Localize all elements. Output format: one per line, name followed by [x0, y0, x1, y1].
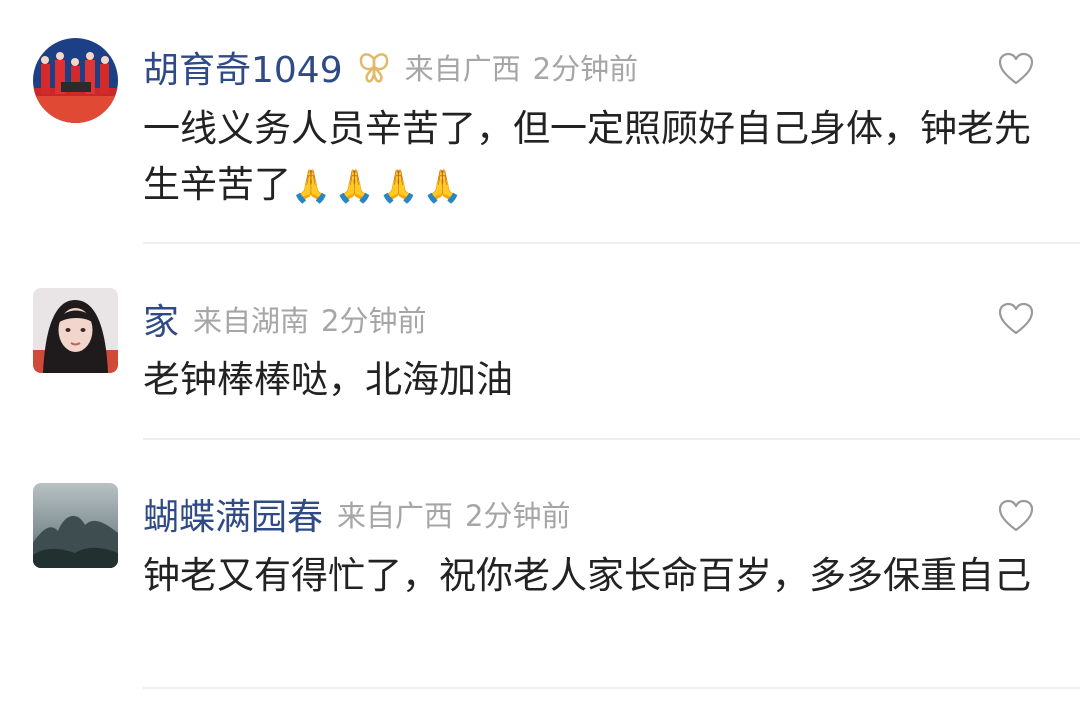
username[interactable]: 家 [143, 293, 179, 345]
avatar[interactable] [33, 483, 118, 568]
comment-header: 胡育奇1049 来自广西 2分钟前 [143, 45, 638, 91]
comment-item: 胡育奇1049 来自广西 2分钟前 一线义务人员辛苦了，但一定照顾好自己身体，钟老… [0, 0, 1080, 245]
timestamp: 2分钟前 [465, 499, 571, 533]
timestamp: 2分钟前 [321, 304, 427, 338]
username[interactable]: 胡育奇1049 [143, 41, 343, 93]
location: 来自广西 [404, 52, 521, 86]
divider [143, 242, 1080, 244]
avatar[interactable] [33, 288, 118, 373]
location: 来自广西 [337, 499, 454, 533]
heart-outline-icon[interactable] [998, 302, 1034, 336]
avatar[interactable] [33, 38, 118, 123]
timestamp: 2分钟前 [532, 52, 639, 86]
comment-header: 家 来自湖南 2分钟前 [143, 297, 426, 343]
heart-outline-icon[interactable] [998, 52, 1034, 86]
comment-list: 胡育奇1049 来自广西 2分钟前 一线义务人员辛苦了，但一定照顾好自己身体，钟老… [0, 0, 1080, 703]
comment-meta: 来自广西 2分钟前 [337, 493, 570, 535]
comment-text-content: 老钟棒棒哒，北海加油 [143, 358, 513, 401]
comment-text: 钟老又有得忙了，祝你老人家长命百岁，多多保重自己 [143, 548, 1043, 604]
comment-item: 家 来自湖南 2分钟前 老钟棒棒哒，北海加油 [0, 245, 1080, 440]
comment-meta: 来自湖南 2分钟前 [193, 298, 426, 340]
divider [143, 687, 1080, 689]
comment-header: 蝴蝶满园春 来自广西 2分钟前 [143, 492, 570, 538]
butterfly-badge-icon [359, 53, 388, 83]
comment-text-content: 一线义务人员辛苦了，但一定照顾好自己身体，钟老先生辛苦了 [143, 107, 1031, 206]
comment-text-content: 钟老又有得忙了，祝你老人家长命百岁，多多保重自己 [143, 554, 1031, 597]
comment-item: 蝴蝶满园春 来自广西 2分钟前 钟老又有得忙了，祝你老人家长命百岁，多多保重自己 [0, 440, 1080, 703]
comment-meta: 来自广西 2分钟前 [405, 46, 638, 88]
location: 来自湖南 [193, 304, 310, 338]
heart-outline-icon[interactable] [998, 499, 1034, 533]
comment-text: 一线义务人员辛苦了，但一定照顾好自己身体，钟老先生辛苦了🙏🙏🙏🙏 [143, 101, 1043, 214]
praying-hands-emoji: 🙏🙏🙏🙏 [291, 167, 467, 205]
comment-text: 老钟棒棒哒，北海加油 [143, 352, 1043, 408]
username[interactable]: 蝴蝶满园春 [143, 488, 323, 540]
